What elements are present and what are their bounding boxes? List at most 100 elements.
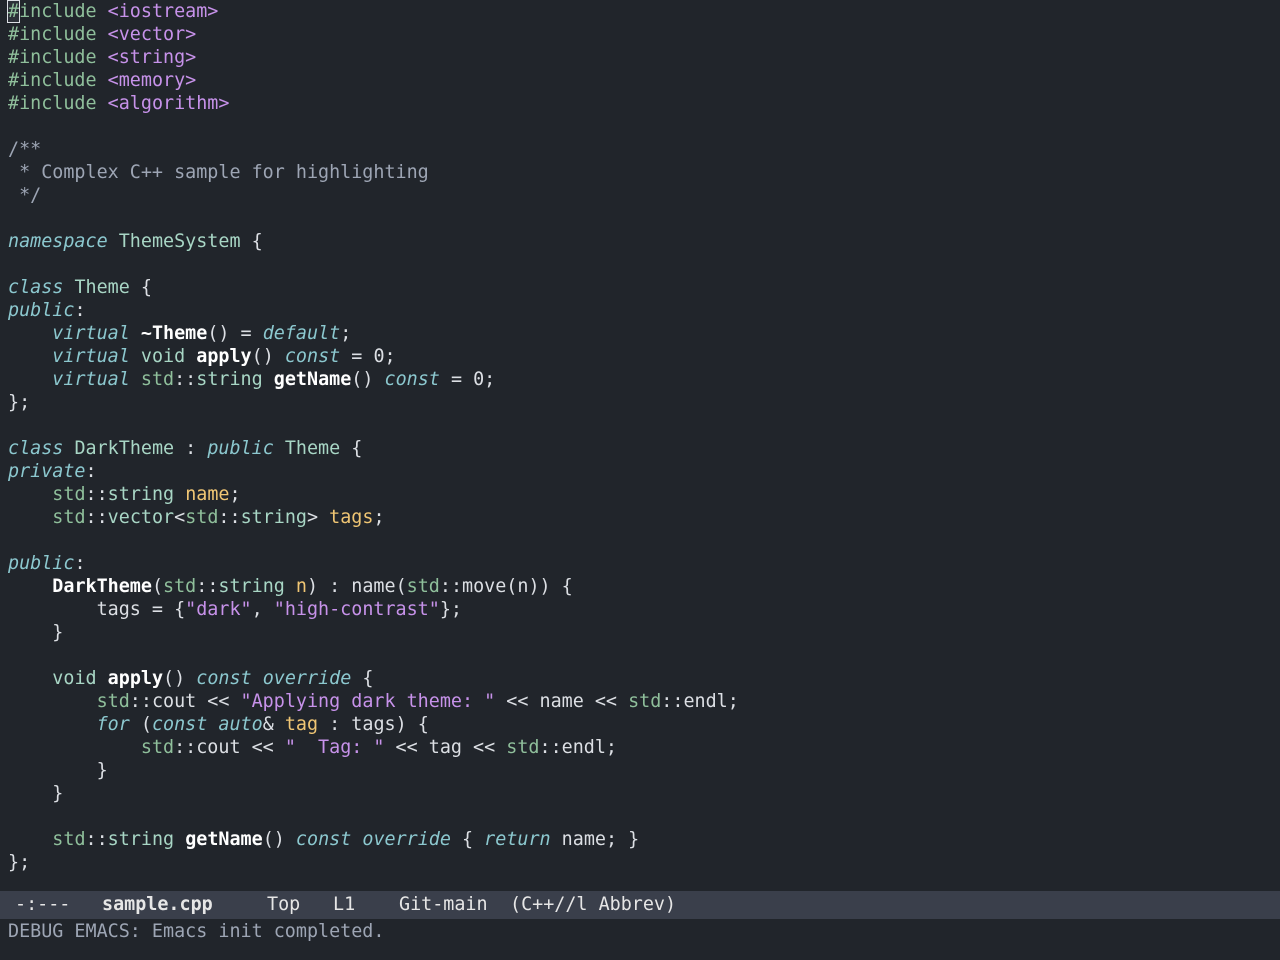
code-line[interactable]: } (8, 759, 108, 782)
code-token: apply (196, 346, 252, 367)
code-token: << tag << (384, 737, 507, 758)
code-token: { (129, 277, 152, 298)
code-token: vector (107, 507, 175, 528)
code-line[interactable]: private: (8, 460, 97, 483)
code-token: #include (8, 47, 108, 68)
emacs-frame: #include <iostream> #include <vector> #inc… (0, 0, 1280, 960)
code-token: tags (329, 507, 374, 528)
code-token: () (163, 668, 197, 689)
code-token: default (262, 323, 341, 344)
code-line[interactable]: class Theme { (8, 276, 152, 299)
code-token: ::endl; (661, 691, 739, 712)
code-line[interactable]: std::string name; (8, 483, 240, 506)
code-token: auto (218, 714, 263, 735)
code-token: override (362, 829, 451, 850)
code-token: { (340, 438, 363, 459)
code-line[interactable]: * Complex C++ sample for highlighting (8, 161, 429, 184)
code-line[interactable]: std::string getName() const override { r… (8, 828, 639, 851)
code-line[interactable]: for (const auto& tag : tags) { (8, 713, 429, 736)
code-token: :: (85, 829, 108, 850)
code-token: std (506, 737, 540, 758)
code-token: string (107, 484, 175, 505)
code-token: : (85, 461, 97, 482)
code-line[interactable]: #include <vector> (8, 23, 196, 46)
code-line[interactable]: std::vector<std::string> tags; (8, 506, 385, 529)
code-token: ::cout << (129, 691, 241, 712)
code-token: { (351, 668, 374, 689)
code-token: tag (284, 714, 319, 735)
code-token: void (52, 668, 97, 689)
code-line[interactable]: std::cout << " Tag: " << tag << std::end… (8, 736, 617, 759)
code-token: < (174, 507, 186, 528)
code-token: std (52, 484, 86, 505)
code-line[interactable]: public: (8, 299, 86, 322)
code-token: const (284, 346, 341, 367)
buffer-filename[interactable]: sample.cpp (102, 891, 213, 919)
code-token: = 0; (439, 369, 496, 390)
code-token: }; (439, 599, 462, 620)
code-token: */ (8, 185, 42, 206)
code-line[interactable]: /** (8, 138, 41, 161)
code-line[interactable]: #include <string> (8, 46, 196, 69)
code-line[interactable]: #include <memory> (8, 69, 196, 92)
code-token: () = (207, 323, 263, 344)
code-token: namespace (8, 231, 108, 252)
code-line[interactable]: class DarkTheme : public Theme { (8, 437, 362, 460)
code-line[interactable]: }; (8, 391, 30, 414)
code-line[interactable]: #include <algorithm> (8, 92, 229, 115)
code-line[interactable]: tags = {"dark", "high-contrast"}; (8, 598, 462, 621)
code-editor[interactable]: #include <iostream> #include <vector> #inc… (0, 0, 1280, 890)
code-token: DarkTheme (52, 576, 152, 597)
code-token: ~Theme (140, 323, 208, 344)
code-token: "Applying dark theme: " (240, 691, 496, 712)
code-token: std (163, 576, 197, 597)
vcs-branch[interactable]: Git-main (399, 891, 488, 919)
line-number: L1 (333, 894, 356, 915)
code-line[interactable]: */ (8, 184, 41, 207)
code-line[interactable]: }; (8, 851, 30, 874)
code-token: :: (174, 369, 197, 390)
code-line[interactable]: void apply() const override { (8, 667, 373, 690)
major-mode[interactable]: (C++//l Abbrev) (510, 891, 676, 919)
code-line[interactable]: public: (8, 552, 86, 575)
code-token: { (450, 829, 485, 850)
code-token: ; (340, 323, 352, 344)
code-line[interactable]: std::cout << "Applying dark theme: " << … (8, 690, 739, 713)
code-token: #include (8, 24, 108, 45)
code-line[interactable]: } (8, 621, 63, 644)
code-token: ; (373, 507, 385, 528)
code-token: ( (151, 576, 164, 597)
code-line[interactable]: } (8, 782, 63, 805)
code-token: , (251, 599, 274, 620)
code-token: : (74, 553, 86, 574)
code-line[interactable]: DarkTheme(std::string n) : name(std::mov… (8, 575, 572, 598)
code-line[interactable]: virtual std::string getName() const = 0; (8, 368, 495, 391)
code-token: #include (8, 93, 108, 114)
code-token: { (240, 231, 263, 252)
code-token: <memory> (107, 70, 197, 91)
code-token: : (174, 438, 208, 459)
code-token: () (251, 346, 285, 367)
code-line[interactable]: namespace ThemeSystem { (8, 230, 263, 253)
code-token: std (52, 829, 86, 850)
code-token: : tags) { (318, 714, 429, 735)
code-token: public (8, 300, 75, 321)
code-token: std (406, 576, 440, 597)
code-line[interactable]: #include <iostream> (6, 0, 218, 23)
code-token: virtual (52, 346, 130, 367)
code-token: std (96, 691, 130, 712)
code-token: class (8, 438, 64, 459)
code-line[interactable]: virtual void apply() const = 0; (8, 345, 395, 368)
code-token: }; (8, 392, 31, 413)
code-token: :: (85, 484, 108, 505)
code-line[interactable]: virtual ~Theme() = default; (8, 322, 351, 345)
